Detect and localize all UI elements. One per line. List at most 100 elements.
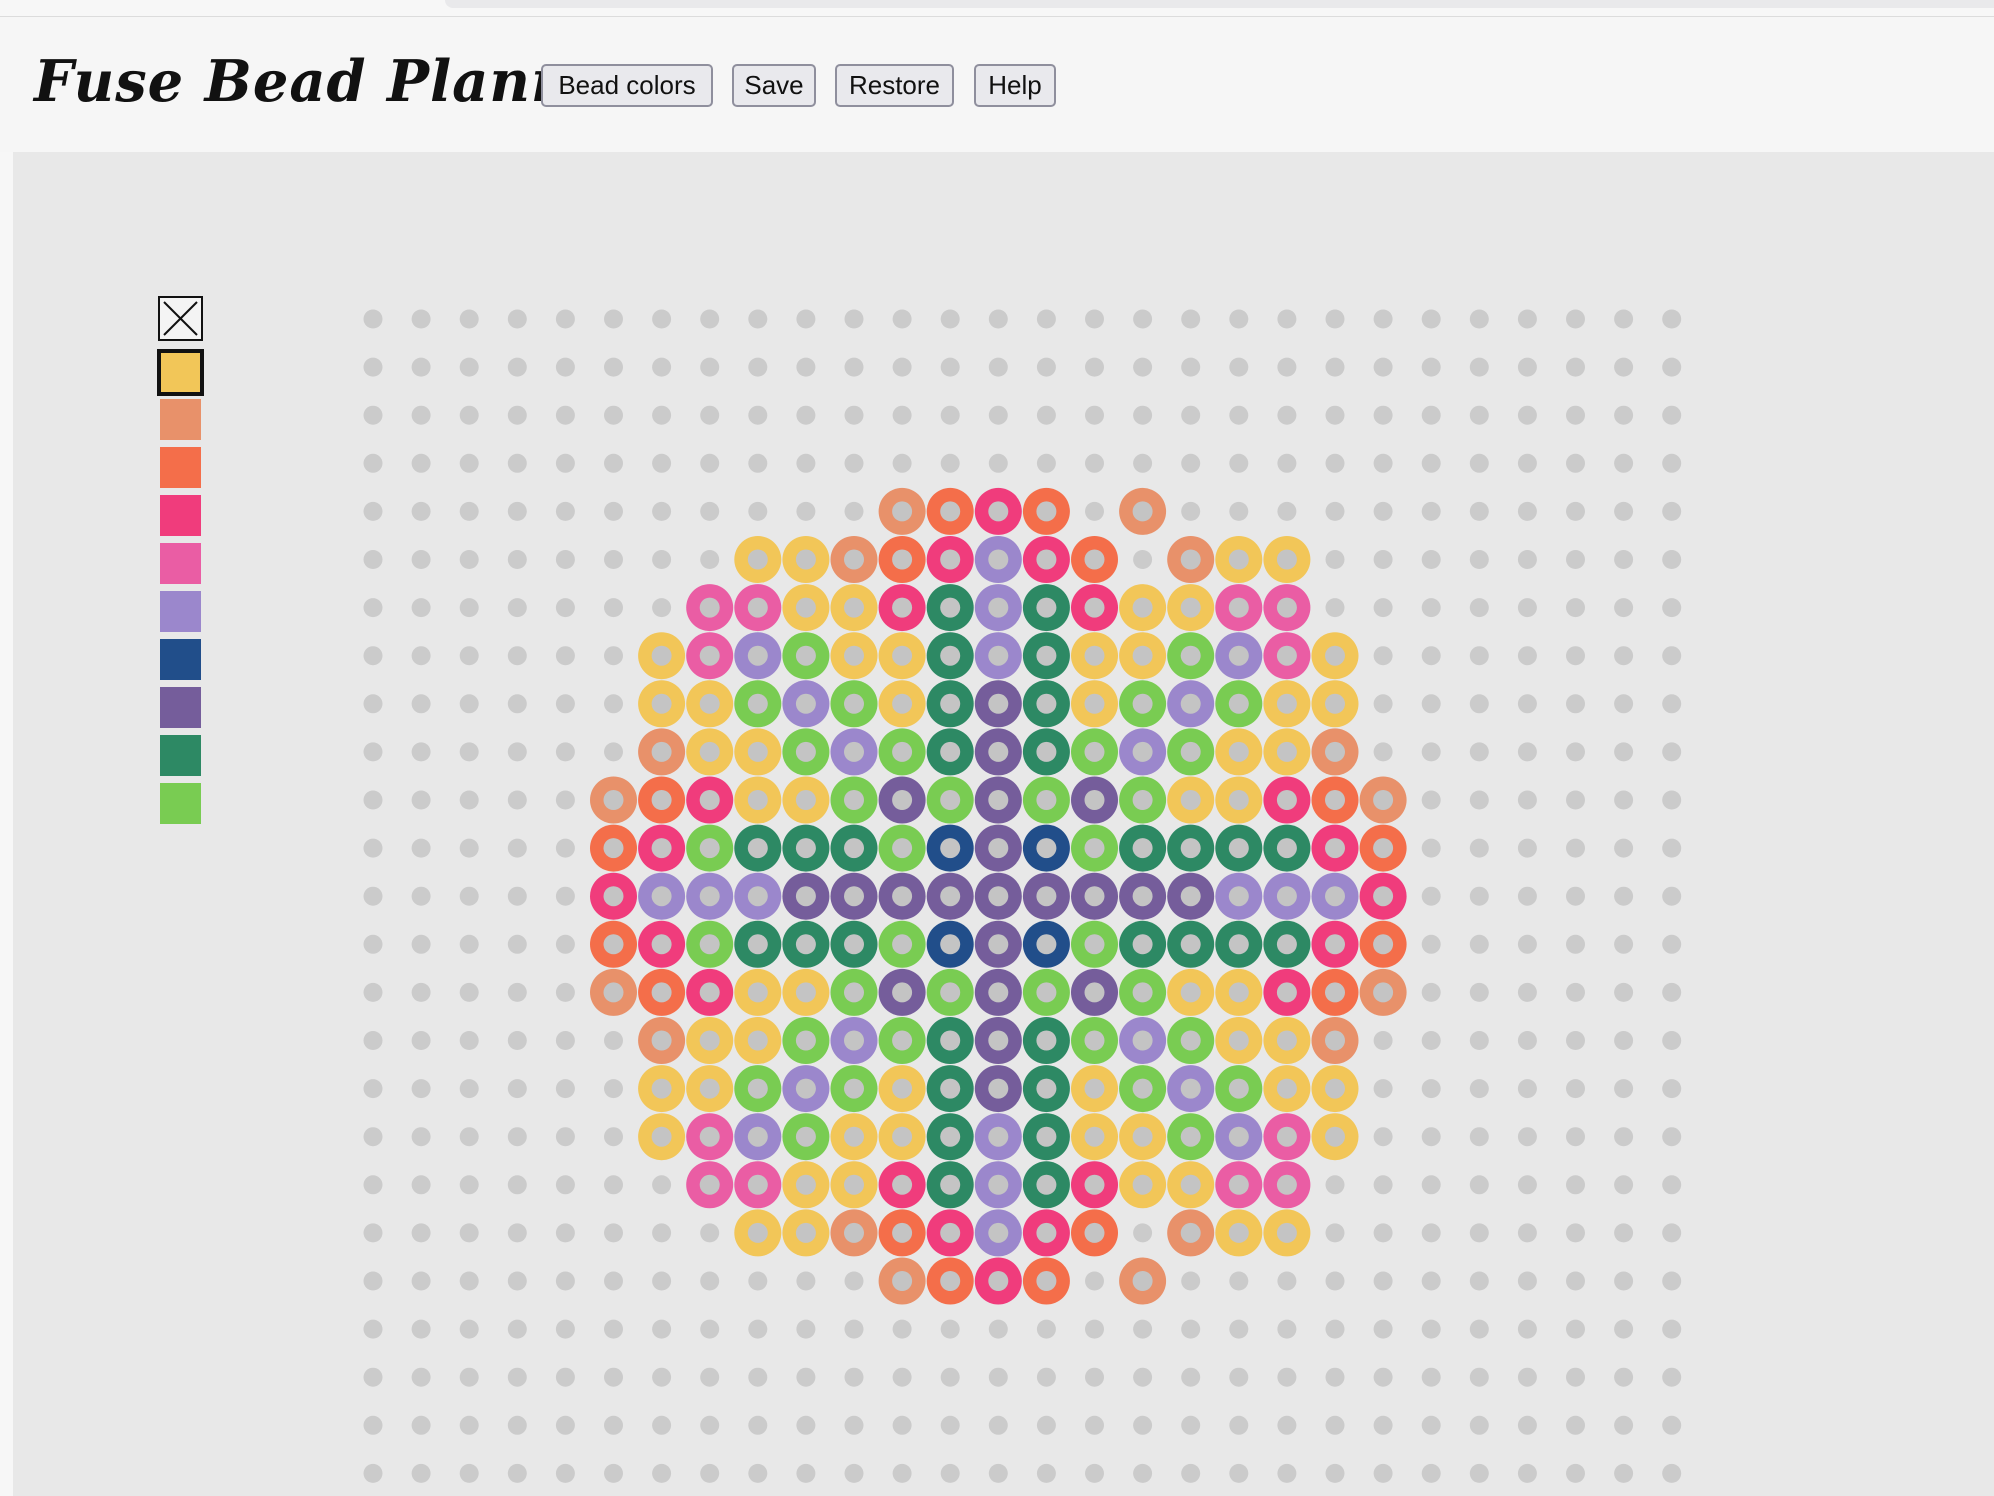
empty-peg[interactable] (363, 742, 383, 762)
empty-peg[interactable] (363, 838, 383, 858)
empty-peg[interactable] (1277, 405, 1297, 425)
empty-peg[interactable] (1181, 1367, 1201, 1387)
empty-peg[interactable] (1133, 1319, 1153, 1339)
empty-peg[interactable] (555, 1175, 575, 1195)
empty-peg[interactable] (411, 1127, 431, 1147)
empty-peg[interactable] (411, 1319, 431, 1339)
empty-peg[interactable] (1036, 1367, 1056, 1387)
empty-peg[interactable] (604, 357, 623, 377)
empty-peg[interactable] (1325, 550, 1345, 569)
empty-peg[interactable] (507, 1031, 527, 1050)
empty-peg[interactable] (1036, 405, 1056, 425)
empty-peg[interactable] (1085, 501, 1104, 521)
empty-peg[interactable] (1517, 1079, 1537, 1099)
empty-peg[interactable] (1421, 1463, 1441, 1483)
empty-peg[interactable] (796, 1415, 816, 1435)
empty-peg[interactable] (1614, 1127, 1634, 1147)
empty-peg[interactable] (604, 1223, 623, 1243)
empty-peg[interactable] (363, 646, 383, 666)
empty-peg[interactable] (1566, 1463, 1585, 1483)
empty-peg[interactable] (507, 1223, 527, 1243)
empty-peg[interactable] (844, 309, 864, 329)
empty-peg[interactable] (1229, 453, 1249, 473)
empty-peg[interactable] (1181, 1463, 1201, 1483)
empty-peg[interactable] (411, 1415, 431, 1435)
empty-peg[interactable] (1229, 357, 1249, 377)
empty-peg[interactable] (1421, 309, 1441, 329)
empty-peg[interactable] (1421, 453, 1441, 473)
empty-peg[interactable] (459, 1319, 479, 1339)
empty-peg[interactable] (507, 405, 527, 425)
empty-peg[interactable] (1566, 1367, 1585, 1387)
empty-peg[interactable] (411, 309, 431, 329)
empty-peg[interactable] (459, 694, 479, 714)
empty-peg[interactable] (1085, 1415, 1104, 1435)
empty-peg[interactable] (1133, 1367, 1153, 1387)
empty-peg[interactable] (1469, 694, 1489, 714)
empty-peg[interactable] (1614, 646, 1634, 666)
empty-peg[interactable] (844, 1415, 864, 1435)
empty-peg[interactable] (411, 982, 431, 1002)
empty-peg[interactable] (1036, 357, 1056, 377)
empty-peg[interactable] (459, 405, 479, 425)
empty-peg[interactable] (796, 1319, 816, 1339)
empty-peg[interactable] (604, 646, 623, 666)
empty-peg[interactable] (555, 1223, 575, 1243)
empty-peg[interactable] (1085, 309, 1104, 329)
empty-peg[interactable] (1085, 1367, 1104, 1387)
empty-peg[interactable] (459, 1415, 479, 1435)
empty-peg[interactable] (1133, 309, 1153, 329)
empty-peg[interactable] (555, 838, 575, 858)
empty-peg[interactable] (1373, 1223, 1393, 1243)
empty-peg[interactable] (1469, 1175, 1489, 1195)
empty-peg[interactable] (1421, 1415, 1441, 1435)
empty-peg[interactable] (1181, 405, 1201, 425)
empty-peg[interactable] (411, 934, 431, 954)
empty-peg[interactable] (748, 405, 768, 425)
empty-peg[interactable] (1373, 1367, 1393, 1387)
empty-peg[interactable] (1517, 1319, 1537, 1339)
empty-peg[interactable] (1614, 598, 1634, 618)
empty-peg[interactable] (1085, 1271, 1104, 1291)
empty-peg[interactable] (1566, 357, 1585, 377)
empty-peg[interactable] (700, 1463, 720, 1483)
empty-peg[interactable] (1614, 357, 1634, 377)
empty-peg[interactable] (411, 742, 431, 762)
empty-peg[interactable] (1566, 646, 1585, 666)
empty-peg[interactable] (988, 1415, 1008, 1435)
empty-peg[interactable] (1325, 1463, 1345, 1483)
empty-peg[interactable] (1133, 357, 1153, 377)
empty-peg[interactable] (411, 838, 431, 858)
empty-peg[interactable] (604, 1319, 623, 1339)
empty-peg[interactable] (652, 1367, 672, 1387)
empty-peg[interactable] (604, 1271, 623, 1291)
empty-peg[interactable] (1373, 1079, 1393, 1099)
empty-peg[interactable] (1662, 1415, 1682, 1435)
empty-peg[interactable] (1517, 1463, 1537, 1483)
empty-peg[interactable] (1517, 934, 1537, 954)
empty-peg[interactable] (507, 1319, 527, 1339)
empty-peg[interactable] (940, 309, 960, 329)
empty-peg[interactable] (363, 309, 383, 329)
empty-peg[interactable] (1277, 1367, 1297, 1387)
empty-peg[interactable] (1517, 550, 1537, 569)
empty-peg[interactable] (1662, 790, 1682, 810)
empty-peg[interactable] (363, 886, 383, 906)
empty-peg[interactable] (1421, 550, 1441, 569)
empty-peg[interactable] (796, 501, 816, 521)
empty-peg[interactable] (555, 1031, 575, 1050)
empty-peg[interactable] (1614, 1079, 1634, 1099)
empty-peg[interactable] (1373, 646, 1393, 666)
empty-peg[interactable] (1469, 550, 1489, 569)
empty-peg[interactable] (1036, 309, 1056, 329)
empty-peg[interactable] (1421, 1175, 1441, 1195)
empty-peg[interactable] (363, 453, 383, 473)
empty-peg[interactable] (604, 309, 623, 329)
empty-peg[interactable] (1566, 982, 1585, 1002)
empty-peg[interactable] (1517, 838, 1537, 858)
empty-peg[interactable] (1469, 934, 1489, 954)
empty-peg[interactable] (796, 357, 816, 377)
empty-peg[interactable] (1421, 1127, 1441, 1147)
empty-peg[interactable] (1517, 694, 1537, 714)
empty-peg[interactable] (1036, 453, 1056, 473)
